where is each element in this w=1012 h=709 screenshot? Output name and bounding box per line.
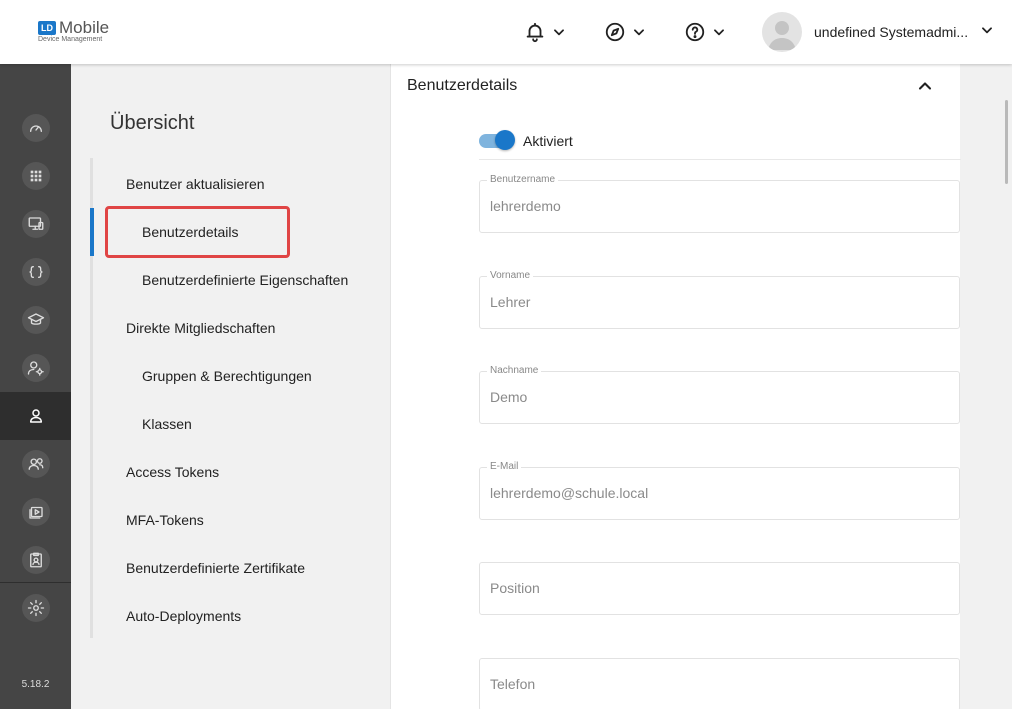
sidebar-item-users[interactable]	[0, 440, 71, 488]
sidebar-item-devices[interactable]	[0, 200, 71, 248]
highlight-box	[105, 206, 290, 258]
user-details-card: Benutzerdetails Aktiviert Benutzername l…	[390, 64, 961, 709]
field-label: Vorname	[487, 270, 534, 281]
braces-icon	[21, 258, 50, 286]
id-badge-icon	[21, 546, 50, 574]
sidebar-item-settings[interactable]	[0, 584, 71, 632]
toggle-label: Aktiviert	[523, 133, 573, 149]
compass-menu-button[interactable]	[604, 18, 646, 46]
sidebar-item-id-badge[interactable]	[0, 536, 71, 584]
sidebar-item-dashboard[interactable]	[0, 104, 71, 152]
nav-active-indicator	[90, 208, 94, 256]
dashboard-icon	[21, 114, 50, 142]
notifications-menu-button[interactable]	[524, 18, 566, 46]
sidebar-item-scripts[interactable]	[0, 248, 71, 296]
compass-icon	[604, 21, 626, 43]
field-placeholder: Telefon	[490, 676, 536, 692]
sidebar-item-user-settings[interactable]	[0, 344, 71, 392]
help-icon	[684, 21, 706, 43]
chevron-down-icon	[552, 25, 566, 39]
last-name-field[interactable]: Nachname Demo	[479, 365, 960, 424]
bell-icon	[524, 21, 546, 43]
phone-field[interactable]: Telefon	[479, 658, 960, 709]
field-label: E-Mail	[487, 461, 522, 472]
sidebar-item-media[interactable]	[0, 488, 71, 536]
scrollbar-thumb[interactable]	[1005, 100, 1008, 184]
chevron-down-icon	[980, 23, 994, 42]
nav-item-direkte-mitgliedschaften[interactable]: Direkte Mitgliedschaften	[126, 319, 275, 337]
logo-subtitle: Device Management	[38, 36, 103, 43]
nav-item-benutzerdefinierte-zertifikate[interactable]: Benutzerdefinierte Zertifikate	[126, 559, 305, 577]
email-field[interactable]: E-Mail lehrerdemo@schule.local	[479, 461, 960, 520]
field-value: lehrerdemo@schule.local	[490, 485, 649, 501]
nav-item-mfa-tokens[interactable]: MFA-Tokens	[126, 511, 204, 529]
first-name-field[interactable]: Vorname Lehrer	[479, 270, 960, 329]
username-field[interactable]: Benutzername lehrerdemo	[479, 174, 960, 233]
help-menu-button[interactable]	[684, 18, 726, 46]
nav-item-benutzer-aktualisieren[interactable]: Benutzer aktualisieren	[126, 175, 265, 193]
sidebar-item-apps[interactable]	[0, 152, 71, 200]
nav-item-klassen[interactable]: Klassen	[142, 415, 192, 433]
nav-item-auto-deployments[interactable]: Auto-Deployments	[126, 607, 241, 625]
field-label: Benutzername	[487, 174, 559, 185]
page-title: Übersicht	[110, 112, 195, 134]
devices-icon	[21, 210, 50, 238]
position-field[interactable]: Position	[479, 562, 960, 615]
chevron-down-icon	[632, 25, 646, 39]
apps-grid-icon	[21, 162, 50, 190]
users-icon	[21, 450, 50, 478]
nav-item-gruppen-berechtigungen[interactable]: Gruppen & Berechtigungen	[142, 367, 312, 385]
avatar	[762, 12, 802, 52]
user-icon	[22, 402, 50, 430]
toggle-knob	[495, 130, 515, 150]
sidebar-item-school[interactable]	[0, 296, 71, 344]
collapse-button[interactable]	[915, 76, 935, 96]
user-name: undefined Systemadmi...	[814, 24, 969, 40]
media-library-icon	[21, 498, 50, 526]
field-placeholder: Position	[490, 580, 540, 596]
divider	[479, 159, 961, 160]
sidebar-divider	[0, 582, 71, 583]
card-title: Benutzerdetails	[407, 77, 518, 94]
sidebar-rail: 5.18.2	[0, 64, 71, 709]
nav-item-access-tokens[interactable]: Access Tokens	[126, 463, 219, 481]
chevron-up-icon	[915, 82, 935, 100]
logo-title: Mobile	[59, 18, 110, 37]
user-settings-icon	[21, 354, 50, 382]
logo-mark: LD	[38, 21, 56, 35]
app-version: 5.18.2	[21, 679, 50, 690]
top-bar: LD Mobile Device Management undefined Sy…	[0, 0, 1012, 64]
school-icon	[21, 306, 50, 334]
field-value: Lehrer	[490, 294, 531, 310]
field-value: Demo	[490, 389, 528, 405]
nav-item-benutzerdefinierte-eigenschaften[interactable]: Benutzerdefinierte Eigenschaften	[142, 271, 348, 289]
sidebar-item-user[interactable]	[0, 392, 71, 440]
gear-icon	[21, 594, 50, 622]
chevron-down-icon	[712, 25, 726, 39]
field-value: lehrerdemo	[490, 198, 561, 214]
field-label: Nachname	[487, 365, 542, 376]
enabled-toggle[interactable]	[479, 130, 515, 150]
user-menu-button[interactable]: undefined Systemadmi...	[762, 12, 994, 52]
